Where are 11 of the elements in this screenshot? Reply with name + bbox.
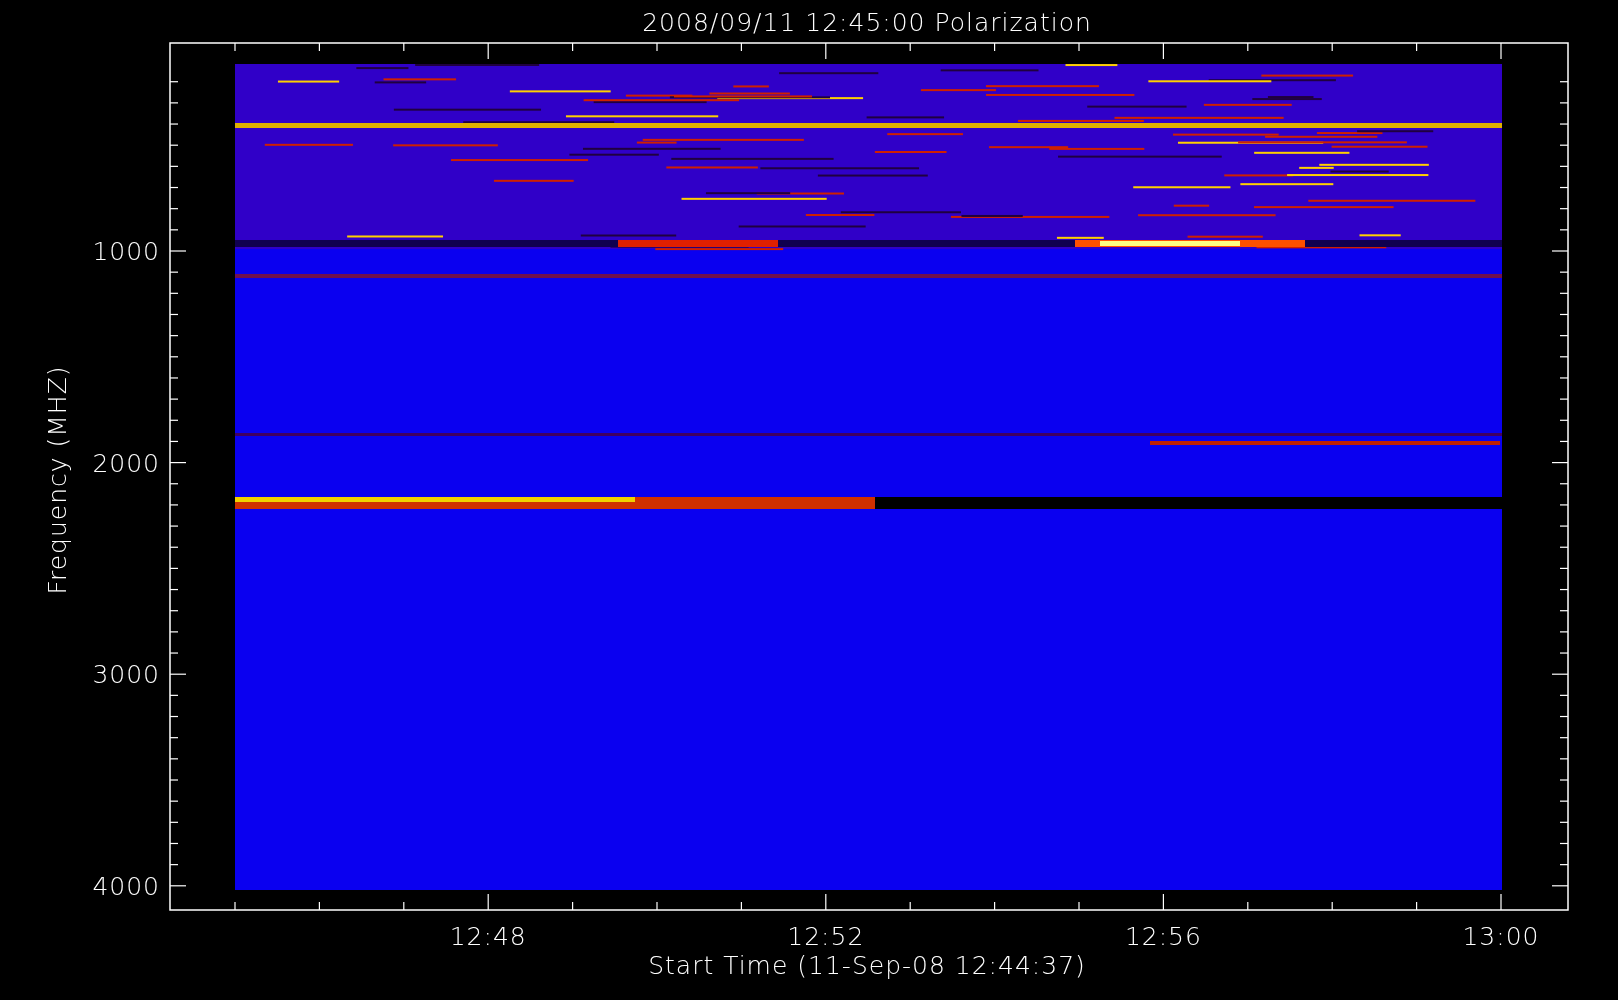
x-tick-label: 12:56 [1124,922,1202,951]
x-tick-label: 12:52 [787,922,865,951]
y-tick-label: 2000 [92,448,160,478]
y-axis-label: Frequency (MHZ) [43,365,72,595]
y-tick-label: 3000 [92,660,160,690]
chart-title: 2008/09/11 12:45:00 Polarization [642,8,1092,37]
y-tick-label: 1000 [92,237,160,266]
x-tick-label: 12:48 [449,922,527,951]
x-tick-label: 13:00 [1462,922,1540,951]
y-tick-label: 4000 [92,871,160,901]
x-axis-label: Start Time (11-Sep-08 12:44:37) [648,951,1086,980]
